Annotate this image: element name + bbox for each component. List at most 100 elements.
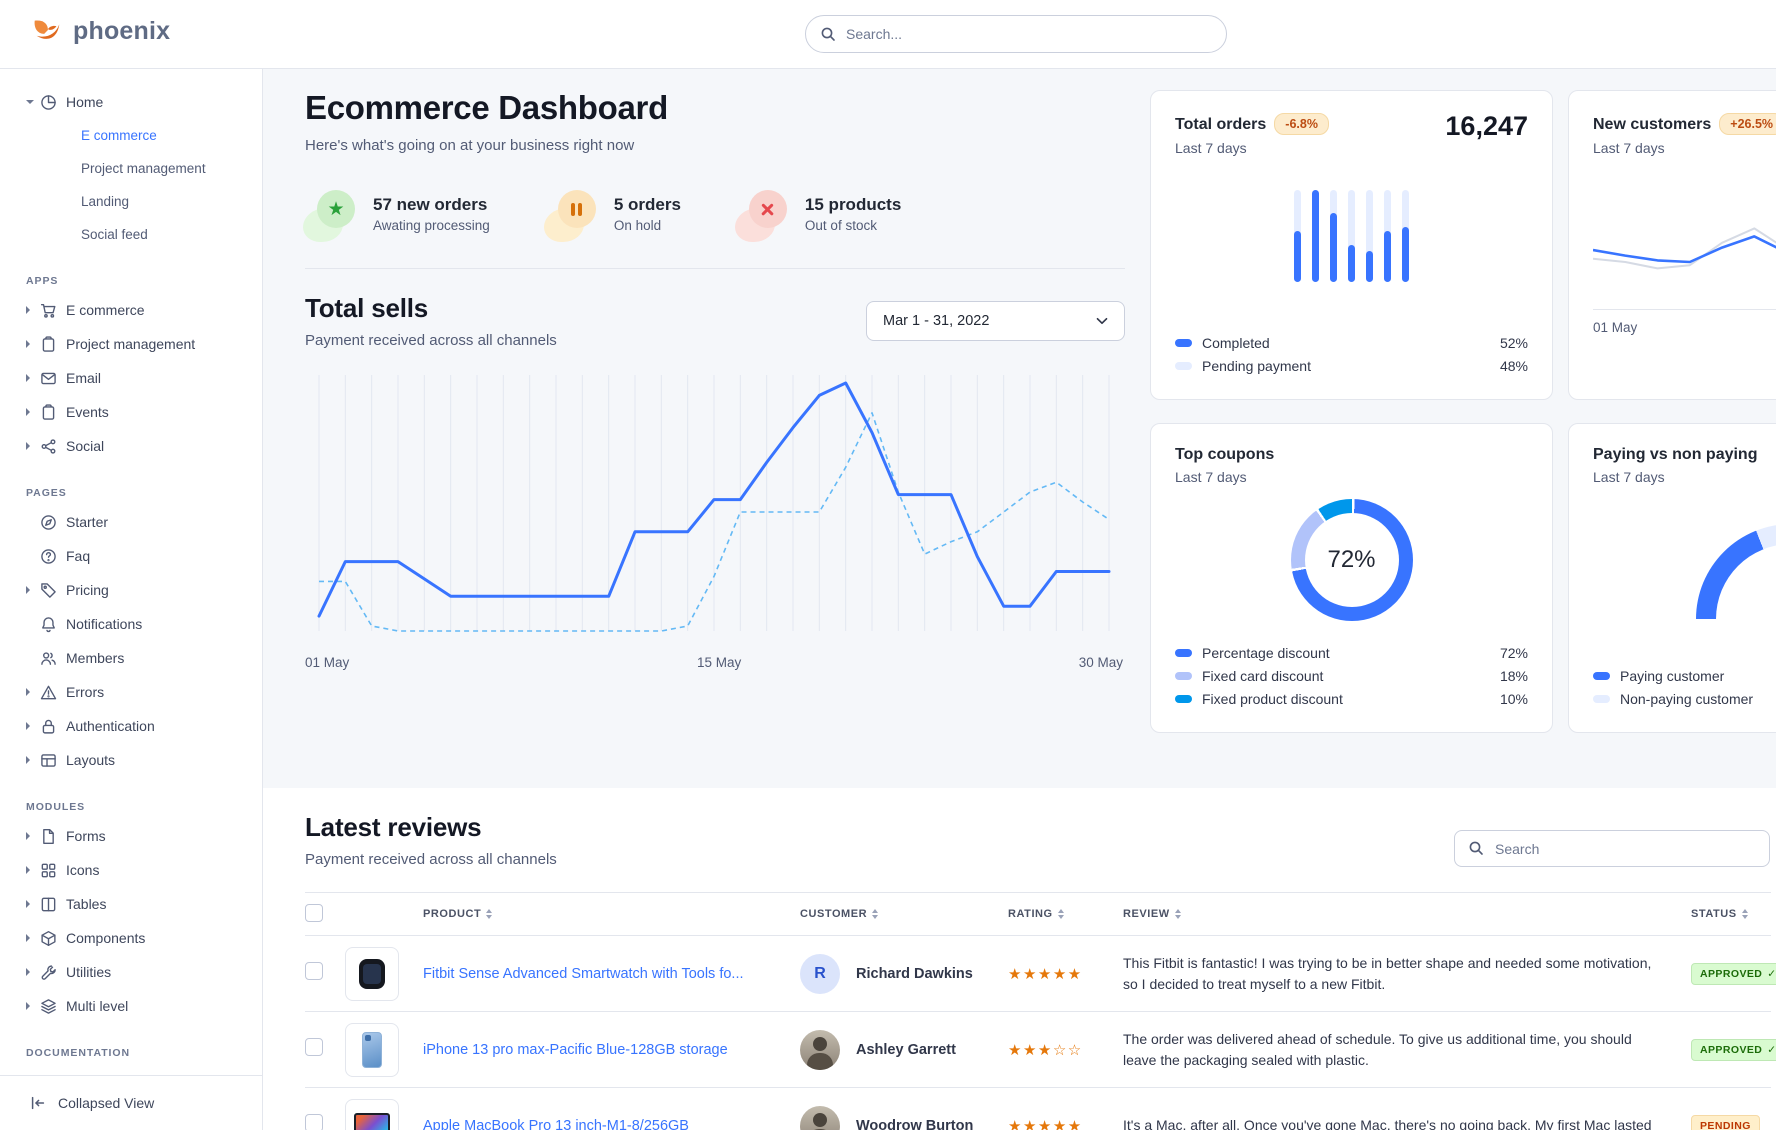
reviews-search-input[interactable] <box>1454 830 1770 867</box>
chevron-right-icon <box>26 442 39 450</box>
card-period: Last 7 days <box>1175 140 1528 156</box>
product-image-macbook[interactable] <box>345 1099 399 1130</box>
column-status[interactable]: STATUS <box>1691 908 1771 920</box>
sidebar-section-documentation: DOCUMENTATION <box>26 1047 262 1059</box>
sidebar-item-email[interactable]: Email <box>26 361 262 395</box>
sidebar-item-components[interactable]: Components <box>26 921 262 955</box>
row-checkbox[interactable] <box>305 1114 323 1130</box>
rating-stars: ★★★☆☆ <box>1008 1041 1123 1059</box>
sidebar-item-notifications[interactable]: Notifications <box>26 607 262 641</box>
table-row[interactable]: iPhone 13 pro max-Pacific Blue-128GB sto… <box>305 1012 1771 1088</box>
sidebar-item-home-project-management[interactable]: Project management <box>81 152 262 185</box>
collapse-label: Collapsed View <box>58 1095 154 1111</box>
product-image-smartwatch[interactable] <box>345 947 399 1001</box>
total-orders-card: Total orders-6.8% Last 7 days 16,247 Com… <box>1150 90 1553 400</box>
tag-icon <box>39 582 57 599</box>
users-icon <box>39 650 57 667</box>
select-all-checkbox[interactable] <box>305 904 323 922</box>
question-circle-icon <box>39 548 57 565</box>
columns-icon <box>39 896 57 913</box>
chart-x-axis: 01 May 15 May 30 May <box>305 655 1125 677</box>
page-title: Ecommerce Dashboard <box>305 89 1125 127</box>
column-rating[interactable]: RATING <box>1008 908 1123 920</box>
chevron-right-icon <box>26 306 39 314</box>
new-customers-card: New customers+26.5% Last 7 days 01 May <box>1568 90 1776 400</box>
product-link[interactable]: Fitbit Sense Advanced Smartwatch with To… <box>423 966 800 982</box>
sidebar-item-label: Home <box>66 94 103 110</box>
customer-name: Richard Dawkins <box>856 966 973 982</box>
date-range-select[interactable]: Mar 1 - 31, 2022 <box>866 301 1125 341</box>
sort-icon <box>1175 909 1181 919</box>
table-row[interactable]: Fitbit Sense Advanced Smartwatch with To… <box>305 936 1771 1012</box>
delta-badge: +26.5% <box>1719 113 1776 135</box>
column-product[interactable]: PRODUCT <box>423 908 800 920</box>
cube-icon <box>39 930 57 947</box>
global-search-input[interactable] <box>805 15 1227 53</box>
chevron-right-icon <box>26 1002 39 1010</box>
sidebar-item-faq[interactable]: Faq <box>26 539 262 573</box>
legend-swatch <box>1593 672 1610 680</box>
review-text: It's a Mac, after all. Once you've gone … <box>1123 1115 1691 1130</box>
sidebar-item-social[interactable]: Social <box>26 429 262 463</box>
delta-badge: -6.8% <box>1274 113 1329 135</box>
column-customer[interactable]: CUSTOMER <box>800 908 1008 920</box>
product-image-iphone[interactable] <box>345 1023 399 1077</box>
sidebar-item-ecommerce[interactable]: E commerce <box>26 293 262 327</box>
sidebar-item-tables[interactable]: Tables <box>26 887 262 921</box>
sidebar-item-layouts[interactable]: Layouts <box>26 743 262 777</box>
top-coupons-card: Top coupons Last 7 days 72% Percentage d… <box>1150 423 1553 733</box>
top-navbar: phoenix <box>0 0 1776 69</box>
sidebar-item-utilities[interactable]: Utilities <box>26 955 262 989</box>
stat-orders-on-hold: 5 ordersOn hold <box>546 190 681 238</box>
sidebar-item-multi-level[interactable]: Multi level <box>26 989 262 1023</box>
sidebar-item-starter[interactable]: Starter <box>26 505 262 539</box>
chevron-right-icon <box>26 688 39 696</box>
chevron-right-icon <box>26 968 39 976</box>
product-link[interactable]: iPhone 13 pro max-Pacific Blue-128GB sto… <box>423 1042 800 1058</box>
sidebar-item-events[interactable]: Events <box>26 395 262 429</box>
orders-bar-chart <box>1294 190 1409 282</box>
product-link[interactable]: Apple MacBook Pro 13 inch-M1-8/256GB <box>423 1118 800 1130</box>
status-badge: APPROVED✓ <box>1691 963 1776 985</box>
row-checkbox[interactable] <box>305 962 323 980</box>
sidebar-item-icons[interactable]: Icons <box>26 853 262 887</box>
sort-icon <box>1742 909 1748 919</box>
sidebar-item-members[interactable]: Members <box>26 641 262 675</box>
sidebar-item-home-landing[interactable]: Landing <box>81 185 262 218</box>
chevron-right-icon <box>26 586 39 594</box>
main-content: Ecommerce Dashboard Here's what's going … <box>263 69 1776 1130</box>
sidebar: Home E commerce Project management Landi… <box>0 69 263 1130</box>
reviews-table: PRODUCT CUSTOMER RATING REVIEW STATUS Fi… <box>305 892 1771 1130</box>
search-icon <box>820 26 836 42</box>
sidebar-item-errors[interactable]: Errors <box>26 675 262 709</box>
paying-card: Paying vs non paying Last 7 days Paying … <box>1568 423 1776 733</box>
table-header: PRODUCT CUSTOMER RATING REVIEW STATUS <box>305 892 1771 936</box>
chevron-right-icon <box>26 934 39 942</box>
avatar <box>800 1030 840 1070</box>
rating-stars: ★★★★★ <box>1008 965 1123 983</box>
card-title: Paying vs non paying <box>1593 446 1757 463</box>
sidebar-item-home[interactable]: Home <box>26 85 262 119</box>
sidebar-item-pricing[interactable]: Pricing <box>26 573 262 607</box>
share-icon <box>39 438 57 455</box>
stat-new-orders: ★ 57 new ordersAwating processing <box>305 190 490 238</box>
sidebar-item-project-management[interactable]: Project management <box>26 327 262 361</box>
sidebar-item-home-social-feed[interactable]: Social feed <box>81 218 262 251</box>
column-review[interactable]: REVIEW <box>1123 908 1691 920</box>
search-icon <box>1468 840 1484 856</box>
star-icon: ★ <box>317 190 355 228</box>
pause-icon <box>558 190 596 228</box>
wrench-icon <box>39 964 57 981</box>
sidebar-item-forms[interactable]: Forms <box>26 819 262 853</box>
sidebar-item-home-ecommerce[interactable]: E commerce <box>81 119 262 152</box>
collapse-sidebar-button[interactable]: Collapsed View <box>0 1075 262 1130</box>
sidebar-item-authentication[interactable]: Authentication <box>26 709 262 743</box>
rating-stars: ★★★★★ <box>1008 1117 1123 1130</box>
legend-swatch <box>1175 339 1192 347</box>
legend-fixed-card-discount: Fixed card discount18% <box>1175 664 1528 687</box>
app-root: phoenix Home E commerce Project manageme… <box>0 0 1776 1130</box>
table-row[interactable]: Apple MacBook Pro 13 inch-M1-8/256GB Woo… <box>305 1088 1771 1130</box>
brand-logo[interactable]: phoenix <box>30 14 170 48</box>
sidebar-section-pages: PAGES <box>26 487 262 499</box>
row-checkbox[interactable] <box>305 1038 323 1056</box>
